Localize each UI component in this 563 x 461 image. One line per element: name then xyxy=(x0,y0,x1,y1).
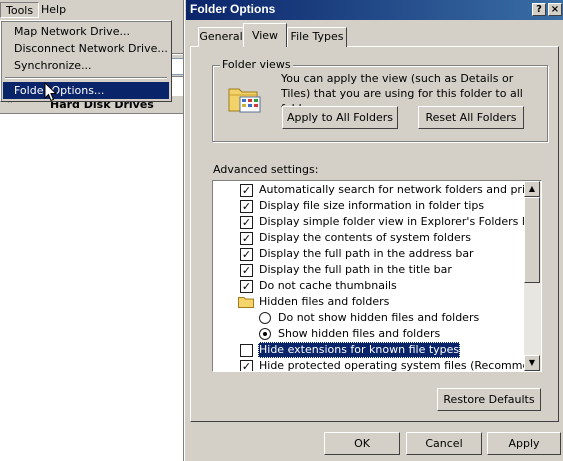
checkbox-checked-icon[interactable]: ✓ xyxy=(240,184,253,197)
tab-file-types[interactable]: File Types xyxy=(287,27,347,47)
tab-general[interactable]: General xyxy=(198,27,244,47)
menu-item-disconnect-network-drive[interactable]: Disconnect Network Drive... xyxy=(3,40,169,57)
advanced-settings-list[interactable]: ✓ Automatically search for network folder… xyxy=(212,180,542,372)
checkbox-checked-icon[interactable]: ✓ xyxy=(240,360,253,371)
ok-button[interactable]: OK xyxy=(324,432,400,455)
setting-label: Do not cache thumbnails xyxy=(259,279,397,292)
checkbox-checked-icon[interactable]: ✓ xyxy=(240,216,253,229)
checkbox-checked-icon[interactable]: ✓ xyxy=(240,200,253,213)
menu-bar: Tools Help xyxy=(0,0,186,20)
radio-selected-icon[interactable] xyxy=(259,328,271,340)
setting-label: Display the full path in the address bar xyxy=(259,247,474,260)
restore-defaults-button[interactable]: Restore Defaults xyxy=(437,388,541,411)
scroll-up-icon[interactable]: ▲ xyxy=(524,181,540,197)
checkbox-checked-icon[interactable]: ✓ xyxy=(240,232,253,245)
help-button[interactable]: ? xyxy=(532,3,546,16)
reset-all-folders-button[interactable]: Reset All Folders xyxy=(418,106,524,129)
folder-views-title: Folder views xyxy=(220,58,293,71)
checkbox-checked-icon[interactable]: ✓ xyxy=(240,264,253,277)
menu-help[interactable]: Help xyxy=(36,2,71,18)
apply-button[interactable]: Apply xyxy=(487,432,561,455)
setting-label: Hide extensions for known file types xyxy=(258,342,461,358)
setting-label: Show hidden files and folders xyxy=(278,327,441,340)
mouse-cursor-icon xyxy=(44,82,58,102)
apply-to-all-folders-button[interactable]: Apply to All Folders xyxy=(282,106,398,129)
dialog-title: Folder Options xyxy=(190,2,276,16)
close-button[interactable]: × xyxy=(548,3,562,16)
checkbox-checked-icon[interactable]: ✓ xyxy=(240,280,253,293)
advanced-settings-label: Advanced settings: xyxy=(213,163,319,176)
setting-label: Hidden files and folders xyxy=(259,295,390,308)
scroll-down-icon[interactable]: ▼ xyxy=(524,355,540,371)
setting-label: Do not show hidden files and folders xyxy=(278,311,480,324)
setting-label: Automatically search for network folders… xyxy=(259,183,542,196)
tab-view[interactable]: View xyxy=(243,23,287,47)
radio-unselected-icon[interactable] xyxy=(259,312,271,324)
folder-views-icon xyxy=(228,88,261,113)
checkbox-checked-icon[interactable]: ✓ xyxy=(240,248,253,261)
setting-label: Display simple folder view in Explorer's… xyxy=(259,215,539,228)
folder-icon xyxy=(238,297,254,308)
setting-label: Hide protected operating system files (R… xyxy=(259,359,542,372)
menu-tools[interactable]: Tools xyxy=(0,2,40,18)
setting-label: Display the full path in the title bar xyxy=(259,263,452,276)
scrollbar-thumb[interactable] xyxy=(524,197,540,283)
cancel-button[interactable]: Cancel xyxy=(406,432,482,455)
tools-menu-dropdown: Map Network Drive... Disconnect Network … xyxy=(0,20,172,102)
menu-item-map-network-drive[interactable]: Map Network Drive... xyxy=(3,23,169,40)
menu-item-synchronize[interactable]: Synchronize... xyxy=(3,57,169,74)
setting-label: Display file size information in folder … xyxy=(259,199,485,212)
setting-label: Display the contents of system folders xyxy=(259,231,471,244)
menu-separator xyxy=(5,77,167,79)
checkbox-unchecked-icon[interactable] xyxy=(240,344,253,357)
menu-item-folder-options[interactable]: Folder Options... xyxy=(3,82,169,99)
